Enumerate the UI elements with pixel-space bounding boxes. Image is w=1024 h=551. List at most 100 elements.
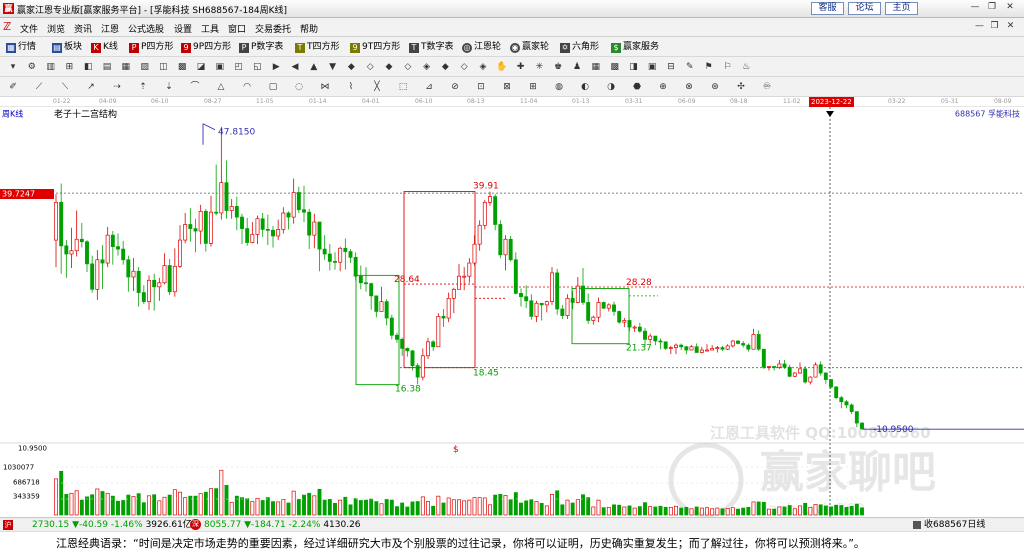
line-tool-icon[interactable]: ♾ bbox=[760, 80, 774, 94]
line-tool-icon[interactable]: ⊕ bbox=[656, 80, 670, 94]
toolbar-hexagon-button[interactable]: ✡ 六角形 bbox=[560, 40, 599, 54]
draw-tool-icon[interactable]: ⚐ bbox=[720, 60, 734, 74]
kline-chart[interactable]: 周K线 老子十二宫结构 688567 孚能科技 江恩工具软件 QQ:100800… bbox=[0, 107, 1024, 517]
draw-tool-icon[interactable]: ✎ bbox=[683, 60, 697, 74]
draw-tool-icon[interactable]: ▣ bbox=[645, 60, 659, 74]
draw-tool-icon[interactable]: ◇ bbox=[457, 60, 471, 74]
selected-date[interactable]: 2023-12-22 bbox=[809, 97, 854, 107]
draw-tool-icon[interactable]: ✳ bbox=[532, 60, 546, 74]
line-tool-icon[interactable]: ⊘ bbox=[448, 80, 462, 94]
line-tool-icon[interactable]: ⌇ bbox=[344, 80, 358, 94]
draw-tool-icon[interactable]: ✚ bbox=[514, 60, 528, 74]
toolbar-t-table-button[interactable]: T T数字表 bbox=[409, 40, 454, 54]
draw-tool-icon[interactable]: ◱ bbox=[250, 60, 264, 74]
draw-tool-icon[interactable]: ⊞ bbox=[62, 60, 76, 74]
toolbar-9t-square-button[interactable]: 9 9T四方形 bbox=[350, 40, 400, 54]
menu-news[interactable]: 资讯 bbox=[74, 22, 92, 35]
line-tool-icon[interactable]: ⊛ bbox=[708, 80, 722, 94]
menu-browse[interactable]: 浏览 bbox=[47, 22, 65, 35]
draw-tool-icon[interactable]: ▨ bbox=[138, 60, 152, 74]
toolbar-service-button[interactable]: $ 赢家服务 bbox=[611, 40, 659, 54]
line-tool-icon[interactable]: ⋈ bbox=[318, 80, 332, 94]
line-tool-icon[interactable]: ⊞ bbox=[526, 80, 540, 94]
draw-tool-icon[interactable]: ▩ bbox=[175, 60, 189, 74]
line-tool-icon[interactable]: ⬣ bbox=[630, 80, 644, 94]
link-service[interactable]: 客服 bbox=[811, 2, 844, 15]
menu-file[interactable]: 文件 bbox=[20, 22, 38, 35]
draw-tool-icon[interactable]: ◆ bbox=[382, 60, 396, 74]
draw-tool-icon[interactable]: ♚ bbox=[551, 60, 565, 74]
line-tool-icon[interactable]: ⇣ bbox=[162, 80, 176, 94]
line-tool-icon[interactable]: ◑ bbox=[604, 80, 618, 94]
toolbar-sector-button[interactable]: ▤ 板块 bbox=[52, 40, 82, 54]
draw-tool-icon[interactable]: ▦ bbox=[589, 60, 603, 74]
toolbar-9p-square-button[interactable]: 9 9P四方形 bbox=[181, 40, 231, 54]
draw-tool-icon[interactable]: ◈ bbox=[420, 60, 434, 74]
child-restore-icon[interactable]: ❐ bbox=[988, 21, 1001, 33]
draw-tool-icon[interactable]: ▶ bbox=[269, 60, 283, 74]
draw-tool-icon[interactable]: ◆ bbox=[344, 60, 358, 74]
line-tool-icon[interactable]: ◐ bbox=[578, 80, 592, 94]
close-icon[interactable]: ✕ bbox=[1003, 2, 1017, 14]
draw-tool-icon[interactable]: ✋ bbox=[495, 60, 509, 74]
draw-tool-icon[interactable]: ◧ bbox=[81, 60, 95, 74]
draw-tool-icon[interactable]: ▥ bbox=[44, 60, 58, 74]
menu-formula[interactable]: 公式选股 bbox=[128, 22, 164, 35]
draw-tool-icon[interactable]: ◫ bbox=[156, 60, 170, 74]
draw-tool-icon[interactable]: ◨ bbox=[626, 60, 640, 74]
toolbar-p-table-button[interactable]: P P数字表 bbox=[239, 40, 283, 54]
line-tool-icon[interactable]: ✐ bbox=[6, 80, 20, 94]
menu-help[interactable]: 帮助 bbox=[300, 22, 318, 35]
draw-tool-icon[interactable]: ⚑ bbox=[702, 60, 716, 74]
draw-tool-icon[interactable]: ◀ bbox=[288, 60, 302, 74]
line-tool-icon[interactable]: △ bbox=[214, 80, 228, 94]
draw-tool-icon[interactable]: ♨ bbox=[739, 60, 753, 74]
menu-tools[interactable]: 工具 bbox=[201, 22, 219, 35]
draw-tool-icon[interactable]: ◆ bbox=[438, 60, 452, 74]
toolbar-kline-button[interactable]: K K线 bbox=[91, 40, 118, 54]
minimize-icon[interactable]: — bbox=[968, 2, 982, 14]
draw-tool-icon[interactable]: ▼ bbox=[326, 60, 340, 74]
line-tool-icon[interactable]: ⟋ bbox=[32, 80, 46, 94]
toolbar-quotes-button[interactable]: ▦ 行情 bbox=[6, 40, 36, 54]
link-home[interactable]: 主页 bbox=[885, 2, 918, 15]
toolbar-t-square-button[interactable]: T T四方形 bbox=[295, 40, 340, 54]
toolbar-winner-wheel-button[interactable]: ◉ 赢家轮 bbox=[510, 40, 549, 54]
draw-tool-icon[interactable]: ▦ bbox=[119, 60, 133, 74]
line-tool-icon[interactable]: ⬚ bbox=[396, 80, 410, 94]
line-tool-icon[interactable]: ◍ bbox=[552, 80, 566, 94]
line-tool-icon[interactable]: ⇡ bbox=[136, 80, 150, 94]
draw-tool-icon[interactable]: ◇ bbox=[363, 60, 377, 74]
menu-window[interactable]: 窗口 bbox=[228, 22, 246, 35]
menu-settings[interactable]: 设置 bbox=[174, 22, 192, 35]
line-tool-icon[interactable]: ▢ bbox=[266, 80, 280, 94]
draw-tool-icon[interactable]: ⚙ bbox=[25, 60, 39, 74]
menu-trade[interactable]: 交易委托 bbox=[255, 22, 291, 35]
line-tool-icon[interactable]: ⇢ bbox=[110, 80, 124, 94]
maximize-icon[interactable]: ❐ bbox=[985, 2, 999, 14]
line-tool-icon[interactable]: ↗ bbox=[84, 80, 98, 94]
line-tool-icon[interactable]: ⌒ bbox=[188, 80, 202, 94]
link-forum[interactable]: 论坛 bbox=[848, 2, 881, 15]
menu-gann[interactable]: 江恩 bbox=[101, 22, 119, 35]
child-close-icon[interactable]: ✕ bbox=[1004, 21, 1017, 33]
draw-tool-icon[interactable]: ◈ bbox=[476, 60, 490, 74]
toolbar-p-square-button[interactable]: P P四方形 bbox=[129, 40, 173, 54]
draw-tool-icon[interactable]: ◪ bbox=[194, 60, 208, 74]
line-tool-icon[interactable]: ⟍ bbox=[58, 80, 72, 94]
line-tool-icon[interactable]: ⊡ bbox=[474, 80, 488, 94]
line-tool-icon[interactable]: ⊿ bbox=[422, 80, 436, 94]
draw-tool-icon[interactable]: ▤ bbox=[100, 60, 114, 74]
line-tool-icon[interactable]: ⊗ bbox=[682, 80, 696, 94]
draw-tool-icon[interactable]: ⊟ bbox=[664, 60, 678, 74]
toolbar-gann-wheel-button[interactable]: ◎ 江恩轮 bbox=[462, 40, 501, 54]
line-tool-icon[interactable]: ◌ bbox=[292, 80, 306, 94]
child-minimize-icon[interactable]: — bbox=[973, 21, 986, 33]
draw-tool-icon[interactable]: ♟ bbox=[570, 60, 584, 74]
line-tool-icon[interactable]: ◠ bbox=[240, 80, 254, 94]
draw-tool-icon[interactable]: ▣ bbox=[213, 60, 227, 74]
draw-tool-icon[interactable]: ▲ bbox=[307, 60, 321, 74]
line-tool-icon[interactable]: ⊠ bbox=[500, 80, 514, 94]
draw-tool-icon[interactable]: ◰ bbox=[232, 60, 246, 74]
draw-tool-icon[interactable]: ▩ bbox=[608, 60, 622, 74]
